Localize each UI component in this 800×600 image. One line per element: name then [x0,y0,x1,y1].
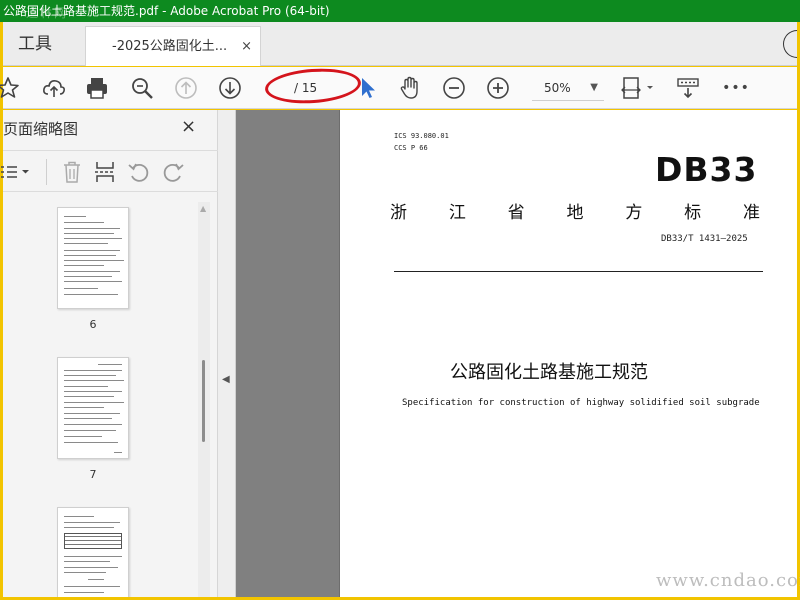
thumbnail-toolbar [0,150,218,192]
account-icon[interactable] [783,30,797,58]
close-tab-icon[interactable]: × [241,27,252,67]
select-pointer-icon[interactable] [355,75,381,101]
more-icon[interactable]: ••• [722,75,749,101]
header-rule [394,271,763,272]
chevron-down-icon: ▼ [590,82,598,93]
search-zoom-icon[interactable] [129,75,155,101]
db33-logo: DB33 [655,150,758,189]
watermark-bottom: www.cndao.com [656,570,800,591]
standard-category: 浙 江 省 地 方 标 准 [390,198,760,223]
scrollbar-thumb[interactable] [202,360,205,442]
category-char: 标 [684,203,702,223]
category-char: 方 [625,203,643,223]
document-title-cn: 公路固化土路基施工规范 [450,362,648,383]
thumbnail-page-label: 7 [89,468,97,481]
page-thumbnails-panel: 页面缩略图 × 6 7 ▲ [0,110,218,597]
rotate-left-icon[interactable] [126,159,152,185]
zoom-value: 50% [544,81,571,95]
category-char: 省 [507,203,525,223]
watermark-top: 道林网 [26,6,69,20]
close-panel-icon[interactable]: × [181,116,196,137]
cloud-upload-icon[interactable] [41,75,67,101]
main-toolbar: / 15 50% ▼ ••• [0,65,797,109]
star-icon[interactable] [0,75,21,101]
tab-tools[interactable]: 工具 [3,22,81,66]
thumbnail-page-label: 6 [89,318,97,331]
category-char: 地 [566,203,584,223]
category-char: 江 [448,203,466,223]
rotate-right-icon[interactable] [160,159,186,185]
trash-icon[interactable] [59,159,85,185]
insert-page-icon[interactable] [92,159,118,185]
ics-code: ICS 93.080.01 [394,132,449,140]
zoom-out-icon[interactable] [441,75,467,101]
toolbar-divider [46,159,47,185]
panel-collapse-strip[interactable]: ◀ [218,110,236,597]
page-up-icon[interactable] [173,75,199,101]
category-char: 浙 [390,203,407,223]
thumbnail-scrollbar[interactable]: ▲ [198,202,210,597]
document-title-en: Specification for construction of highwa… [402,398,760,408]
ccs-code: CCS P 66 [394,144,428,152]
pdf-page: ICS 93.080.01 CCS P 66 DB33 浙 江 省 地 方 标 … [339,110,800,597]
standard-number: DB33/T 1431—2025 [661,234,748,244]
fit-page-icon[interactable] [619,75,659,101]
panel-title: 页面缩略图 [3,120,79,138]
page-thumbnail[interactable] [57,507,129,597]
category-char: 准 [742,203,760,223]
keyboard-icon[interactable] [675,75,701,101]
window-title-bar: 公路固化土路基施工规范.pdf - Adobe Acrobat Pro (64-… [0,0,800,22]
zoom-in-icon[interactable] [485,75,511,101]
tab-document-label: -2025公路固化土... [112,39,228,54]
options-menu-icon[interactable] [0,159,35,185]
tab-document[interactable]: -2025公路固化土... × [85,26,261,66]
zoom-select[interactable]: 50% ▼ [532,75,604,101]
page-down-icon[interactable] [217,75,243,101]
print-icon[interactable] [84,75,110,101]
thumbnail-list: 6 7 [3,194,203,597]
tab-bar: 工具 -2025公路固化土... × [3,22,797,66]
scroll-up-icon[interactable]: ▲ [200,204,206,213]
page-thumbnail[interactable] [57,207,129,309]
collapse-left-icon[interactable]: ◀ [222,374,230,385]
page-thumbnail[interactable] [57,357,129,459]
hand-tool-icon[interactable] [397,75,423,101]
